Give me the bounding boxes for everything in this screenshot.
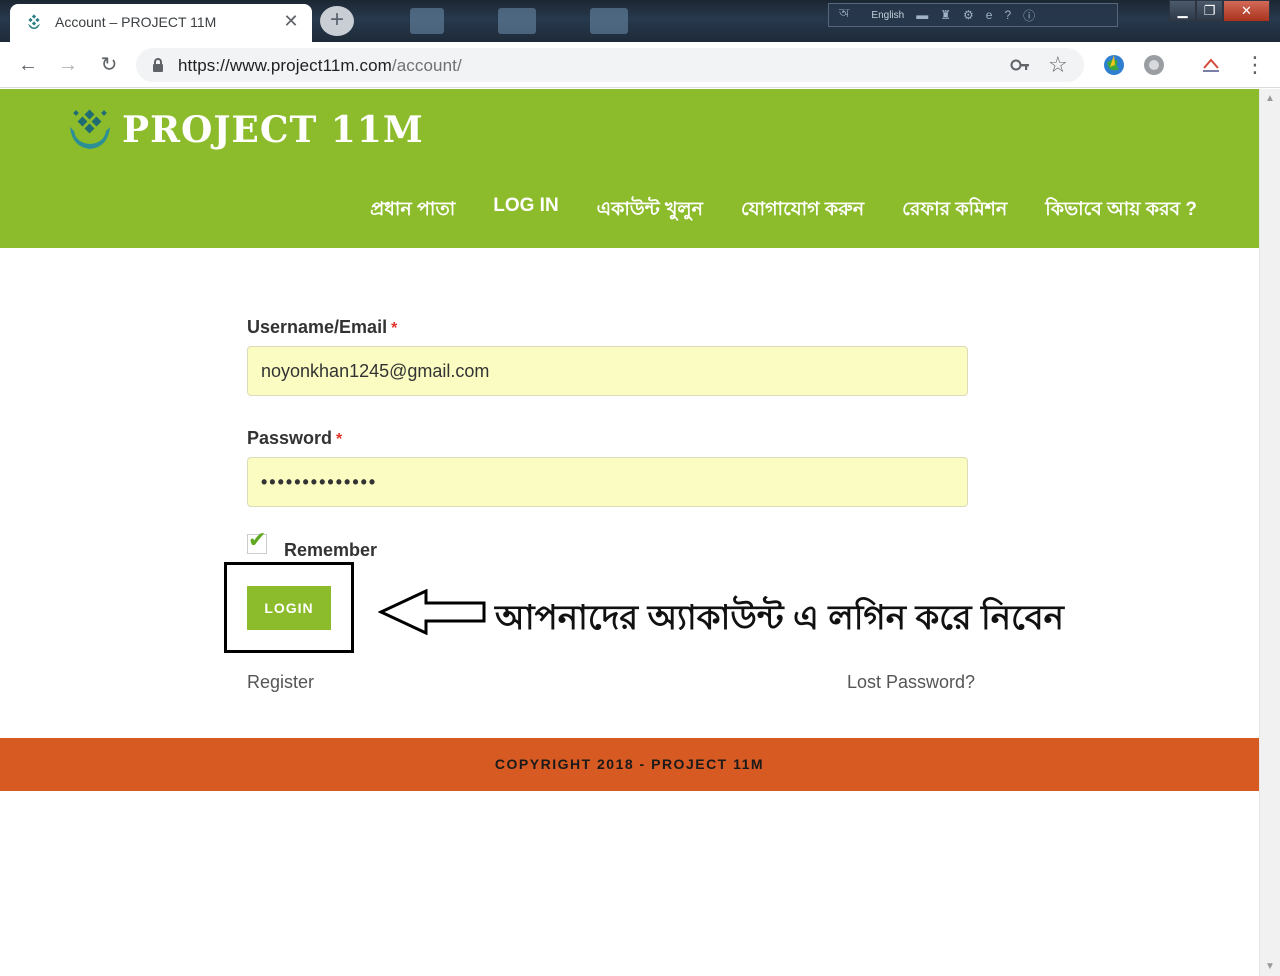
browser-titlebar: Account – PROJECT 11M ✕ + অ English ▬ ♜ … xyxy=(0,0,1280,42)
site-logo[interactable]: PROJECT 11M xyxy=(68,107,424,153)
login-button[interactable]: LOGIN xyxy=(247,586,331,630)
username-label-row: Username/Email * xyxy=(247,317,968,338)
page-viewport: PROJECT 11M প্রধান পাতা LOG IN একাউন্ট খ… xyxy=(0,89,1280,976)
minimize-icon[interactable]: ▁ xyxy=(1169,0,1196,22)
page-scrollbar[interactable]: ▲ ▼ xyxy=(1259,89,1280,976)
tray-tool-icon[interactable]: ♜ xyxy=(940,8,951,22)
project11m-favicon-icon xyxy=(28,14,40,29)
browser-tab-account[interactable]: Account – PROJECT 11M ✕ xyxy=(10,4,312,42)
back-arrow-icon[interactable]: ← xyxy=(15,52,41,78)
language-label[interactable]: English xyxy=(871,10,904,21)
nav-contact[interactable]: যোগাযোগ করুন xyxy=(741,195,864,227)
username-label: Username/Email xyxy=(247,317,388,337)
password-key-icon[interactable] xyxy=(1010,56,1030,74)
remember-checkbox[interactable]: ✔ xyxy=(247,527,267,554)
browser-menu-icon[interactable]: ⋮ xyxy=(1244,52,1266,78)
login-form: Username/Email * noyonkhan1245@gmail.com … xyxy=(247,317,968,507)
address-bar[interactable]: https://www.project11m.com/account/ ☆ xyxy=(136,48,1084,82)
nav-referral-commission[interactable]: রেফার কমিশন xyxy=(902,195,1007,227)
password-label: Password xyxy=(247,428,333,448)
remember-row: ✔ Remember xyxy=(247,526,377,561)
reload-icon[interactable]: ↻ xyxy=(96,52,122,78)
forward-arrow-icon[interactable]: → xyxy=(55,52,81,78)
lost-password-link[interactable]: Lost Password? xyxy=(847,672,975,693)
site-header: PROJECT 11M প্রধান পাতা LOG IN একাউন্ট খ… xyxy=(0,89,1259,248)
scroll-up-icon[interactable]: ▲ xyxy=(1265,93,1275,104)
gear-icon[interactable]: ⚙ xyxy=(963,8,974,22)
annotation-text: আপনাদের অ্যাকাউন্ট এ লগিন করে নিবেন xyxy=(495,599,1064,637)
tab-title: Account – PROJECT 11M xyxy=(55,14,217,30)
maximize-icon[interactable]: ❐ xyxy=(1196,0,1223,22)
language-tray: অ English ▬ ♜ ⚙ e ? ⓘ xyxy=(828,3,1118,27)
main-navigation: প্রধান পাতা LOG IN একাউন্ট খুলুন যোগাযোগ… xyxy=(370,195,1197,227)
extension-gray-icon[interactable] xyxy=(1143,54,1165,76)
background-window-thumb xyxy=(590,8,628,34)
help-icon[interactable]: ? xyxy=(1004,8,1011,22)
url-host: https://www.project11m.com xyxy=(178,56,392,75)
site-logo-text: PROJECT 11M xyxy=(122,109,424,151)
remember-label[interactable]: Remember xyxy=(284,540,377,561)
background-window-thumb xyxy=(410,8,444,34)
username-input[interactable]: noyonkhan1245@gmail.com xyxy=(247,346,968,396)
bangla-keyboard-icon[interactable]: অ xyxy=(839,5,849,25)
url-path: /account/ xyxy=(391,56,462,75)
close-window-icon[interactable]: ✕ xyxy=(1223,0,1270,22)
hands-diamond-logo-icon xyxy=(70,109,110,149)
bookmark-star-icon[interactable]: ☆ xyxy=(1048,52,1068,78)
nav-log-in[interactable]: LOG IN xyxy=(493,195,558,227)
password-input[interactable]: •••••••••••••• xyxy=(247,457,968,507)
browser-toolbar: ← → ↻ https://www.project11m.com/account… xyxy=(0,42,1280,88)
window-controls: ▁ ❐ ✕ xyxy=(1169,0,1270,22)
info-icon[interactable]: ⓘ xyxy=(1023,7,1035,24)
nav-how-to-earn[interactable]: কিভাবে আয় করব ? xyxy=(1045,195,1197,227)
extension-globe-icon[interactable] xyxy=(1103,54,1125,76)
password-label-row: Password * xyxy=(247,428,968,449)
annotation-arrow-icon xyxy=(378,589,486,635)
copyright-text: COPYRIGHT 2018 - PROJECT 11M xyxy=(494,756,765,772)
register-link[interactable]: Register xyxy=(247,672,314,693)
site-footer: COPYRIGHT 2018 - PROJECT 11M xyxy=(0,738,1259,791)
tray-tool-icon[interactable]: ▬ xyxy=(916,8,928,22)
nav-home[interactable]: প্রধান পাতা xyxy=(370,195,455,227)
tab-close-icon[interactable]: ✕ xyxy=(280,10,302,32)
new-tab-button[interactable]: + xyxy=(320,6,354,36)
scroll-down-icon[interactable]: ▼ xyxy=(1265,961,1275,972)
checkmark-icon: ✔ xyxy=(248,526,267,552)
lock-icon[interactable] xyxy=(150,57,166,73)
url-text[interactable]: https://www.project11m.com/account/ xyxy=(178,56,462,76)
nav-open-account[interactable]: একাউন্ট খুলুন xyxy=(597,195,703,227)
required-marker: * xyxy=(391,320,398,337)
required-marker: * xyxy=(336,431,343,448)
background-window-thumb xyxy=(498,8,536,34)
extension-logo-icon[interactable] xyxy=(1200,54,1222,76)
ie-icon[interactable]: e xyxy=(986,8,993,22)
